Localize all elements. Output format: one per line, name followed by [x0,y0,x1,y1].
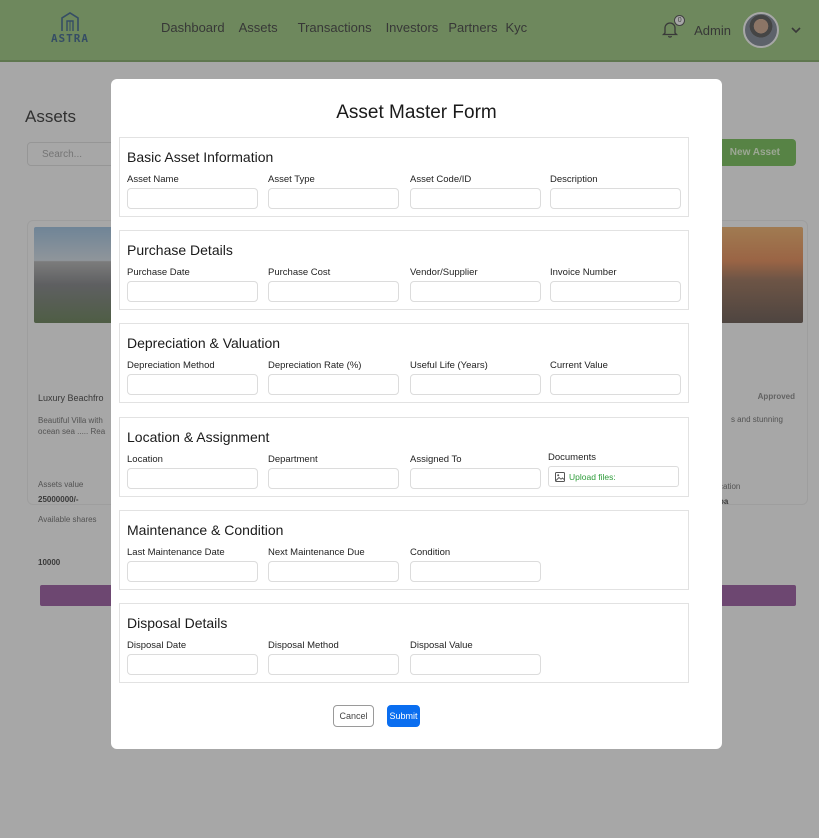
invoice-number-field: Invoice Number [550,267,681,302]
field-label: Purchase Date [127,267,190,278]
asset-code-input[interactable] [410,188,541,209]
condition-input[interactable] [410,561,541,582]
last-maintenance-date-field: Last Maintenance Date [127,547,258,582]
field-label: Description [550,174,598,185]
useful-life-input[interactable] [410,374,541,395]
field-label: Vendor/Supplier [410,267,478,278]
vendor-supplier-field: Vendor/Supplier [410,267,541,302]
location-field: Location [127,454,258,489]
section-title: Maintenance & Condition [127,522,284,538]
last-maintenance-date-input[interactable] [127,561,258,582]
asset-name-input[interactable] [127,188,258,209]
field-label: Documents [548,452,597,463]
field-label: Asset Name [127,174,179,185]
upload-files-label: Upload files: [569,471,616,482]
field-label: Location [127,454,163,465]
section-depreciation-valuation: Depreciation & Valuation Depreciation Me… [119,323,689,403]
department-input[interactable] [268,468,399,489]
disposal-method-field: Disposal Method [268,640,399,675]
modal-title: Asset Master Form [336,102,497,123]
depreciation-method-input[interactable] [127,374,258,395]
purchase-date-input[interactable] [127,281,258,302]
image-icon [555,471,565,482]
section-title: Depreciation & Valuation [127,335,281,351]
asset-type-field: Asset Type [268,174,399,209]
section-title: Disposal Details [127,615,228,631]
asset-master-form-modal: Asset Master Form Basic Asset Informatio… [111,79,722,749]
description-field: Description [550,174,681,209]
depreciation-rate-input[interactable] [268,374,399,395]
next-maintenance-due-input[interactable] [268,561,399,582]
vendor-supplier-input[interactable] [410,281,541,302]
field-label: Condition [410,547,451,558]
purchase-cost-input[interactable] [268,281,399,302]
section-disposal-details: Disposal Details Disposal Date Disposal … [119,603,689,683]
purchase-cost-field: Purchase Cost [268,267,399,302]
asset-type-input[interactable] [268,188,399,209]
department-field: Department [268,454,399,489]
field-label: Disposal Value [410,640,473,651]
section-location-assignment: Location & Assignment Location Departmen… [119,417,689,497]
assigned-to-field: Assigned To [410,454,541,489]
invoice-number-input[interactable] [550,281,681,302]
disposal-method-input[interactable] [268,654,399,675]
section-title: Basic Asset Information [127,149,274,165]
useful-life-field: Useful Life (Years) [410,360,541,395]
field-label: Useful Life (Years) [410,360,488,371]
field-label: Disposal Method [268,640,339,651]
field-label: Purchase Cost [268,267,331,278]
field-label: Asset Type [268,174,315,185]
submit-button[interactable]: Submit [387,705,420,727]
description-input[interactable] [550,188,681,209]
assigned-to-input[interactable] [410,468,541,489]
section-basic-asset-information: Basic Asset Information Asset Name Asset… [119,137,689,217]
section-title: Location & Assignment [127,429,270,445]
documents-field: Documents Upload files: [548,452,679,487]
current-value-input[interactable] [550,374,681,395]
asset-name-field: Asset Name [127,174,258,209]
current-value-field: Current Value [550,360,681,395]
field-label: Depreciation Method [127,360,215,371]
disposal-value-field: Disposal Value [410,640,541,675]
disposal-value-input[interactable] [410,654,541,675]
section-purchase-details: Purchase Details Purchase Date Purchase … [119,230,689,310]
condition-field: Condition [410,547,541,582]
cancel-button[interactable]: Cancel [333,705,374,727]
field-label: Asset Code/ID [410,174,472,185]
depreciation-rate-field: Depreciation Rate (%) [268,360,399,395]
upload-files-button[interactable]: Upload files: [548,466,679,487]
purchase-date-field: Purchase Date [127,267,258,302]
field-label: Assigned To [410,454,462,465]
field-label: Invoice Number [550,267,617,278]
field-label: Last Maintenance Date [127,547,225,558]
depreciation-method-field: Depreciation Method [127,360,258,395]
field-label: Department [268,454,318,465]
disposal-date-field: Disposal Date [127,640,258,675]
field-label: Next Maintenance Due [268,547,365,558]
field-label: Current Value [550,360,608,371]
field-label: Depreciation Rate (%) [268,360,362,371]
field-label: Disposal Date [127,640,187,651]
section-title: Purchase Details [127,242,233,258]
asset-code-field: Asset Code/ID [410,174,541,209]
next-maintenance-due-field: Next Maintenance Due [268,547,399,582]
location-input[interactable] [127,468,258,489]
disposal-date-input[interactable] [127,654,258,675]
section-maintenance-condition: Maintenance & Condition Last Maintenance… [119,510,689,590]
